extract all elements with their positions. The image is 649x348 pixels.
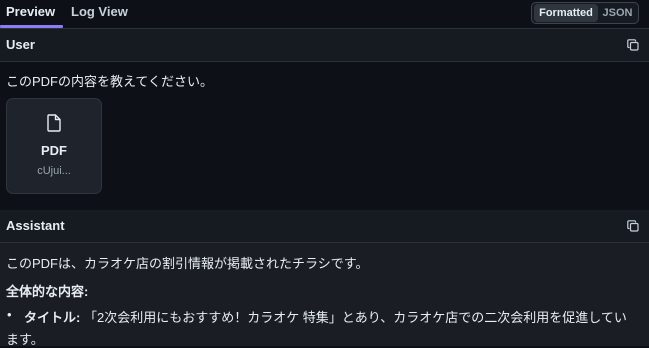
bullet-line-2: ます。	[6, 332, 44, 347]
assistant-message-body: このPDFは、カラオケ店の割引情報が掲載されたチラシです。 全体的な内容: • …	[0, 243, 649, 347]
attachment-type: PDF	[41, 143, 67, 158]
bullet-dot: •	[7, 307, 12, 322]
attachment-name: cUjui...	[37, 165, 71, 177]
assistant-section-header: Assistant	[0, 210, 649, 243]
overall-content-label: 全体的な内容:	[6, 284, 89, 299]
user-section-header: User	[0, 29, 649, 62]
copy-icon[interactable]	[627, 39, 639, 51]
assistant-heading: Assistant	[6, 218, 65, 233]
formatted-option[interactable]: Formatted	[534, 4, 598, 22]
bullet-title-label: タイトル:	[24, 310, 81, 325]
tab-preview[interactable]: Preview	[6, 0, 55, 28]
tab-log-view[interactable]: Log View	[71, 0, 128, 28]
file-icon	[47, 114, 61, 132]
json-option[interactable]: JSON	[599, 4, 636, 22]
bullet-line-1: タイトル: 「2次会利用にもおすすめ！カラオケ 特集」とあり、カラオケ店での二次…	[24, 307, 627, 326]
user-message: このPDFの内容を教えてください。	[6, 74, 213, 89]
user-heading: User	[6, 37, 35, 52]
assistant-intro: このPDFは、カラオケ店の割引情報が掲載されたチラシです。	[6, 256, 369, 271]
bullet-title-text: 「2次会利用にもおすすめ！カラオケ 特集」とあり、カラオケ店での二次会利用を促進…	[83, 310, 627, 325]
active-tab-indicator	[0, 25, 63, 28]
top-bar: Preview Log View Formatted JSON	[0, 0, 649, 29]
view-format-toggle: Formatted JSON	[531, 2, 639, 24]
copy-icon[interactable]	[627, 220, 639, 232]
pdf-attachment-card[interactable]: PDF cUjui...	[6, 98, 102, 194]
